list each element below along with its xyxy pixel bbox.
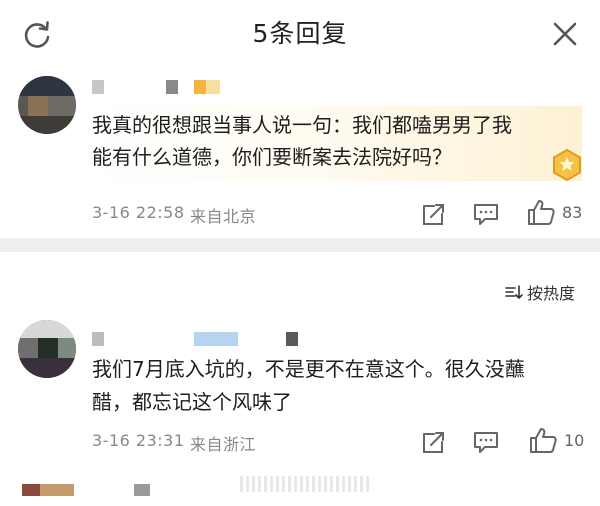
- share-icon[interactable]: [418, 428, 448, 456]
- comment-item[interactable]: 我真的很想跟当事人说一句：我们都嗑男男了我 能有什么道德，你们要断案去法院好吗？…: [0, 68, 600, 238]
- like-count: 10: [564, 431, 585, 450]
- share-icon[interactable]: [418, 200, 448, 228]
- username-pixelated: [92, 332, 312, 346]
- sort-icon: [505, 285, 523, 299]
- gold-badge-icon: [553, 148, 581, 182]
- comment-text-line2: 能有什么道德，你们要断案去法院好吗？: [92, 145, 452, 169]
- thumbs-up-icon[interactable]: [526, 198, 556, 226]
- comment-item[interactable]: 我们7月底入坑的，不是更不在意这个。很久没蘸 醋，都忘记这个风味了 3-16 2…: [0, 310, 600, 470]
- comment-location: 来自浙江: [190, 435, 257, 454]
- like-count: 83: [562, 203, 583, 222]
- comment-item-partial: [0, 474, 600, 496]
- comment-text-line1: 我们7月底入坑的，不是更不在意这个。很久没蘸: [92, 357, 525, 381]
- sort-label: 按热度: [527, 284, 576, 303]
- thumbs-up-icon[interactable]: [528, 426, 558, 454]
- close-icon[interactable]: [552, 21, 578, 47]
- username-pixelated: [134, 484, 150, 496]
- username-pixelated: [92, 80, 232, 94]
- comment-text-line2: 醋，都忘记这个风味了: [92, 390, 292, 414]
- comment-text-line1: 我真的很想跟当事人说一句：我们都嗑男男了我: [92, 113, 512, 137]
- reply-header: 5条回复: [0, 0, 600, 68]
- section-divider: [0, 238, 600, 252]
- comment-location: 来自北京: [190, 207, 257, 226]
- avatar: [22, 484, 74, 496]
- comment-icon[interactable]: [471, 428, 501, 456]
- comment-timestamp: 3-16 22:58: [92, 203, 185, 222]
- avatar[interactable]: [18, 320, 76, 378]
- comment-timestamp: 3-16 23:31: [92, 431, 185, 450]
- avatar[interactable]: [18, 76, 76, 134]
- comment-icon[interactable]: [471, 200, 501, 228]
- watermark: [240, 476, 370, 492]
- page-title: 5条回复: [252, 19, 348, 48]
- sort-toggle[interactable]: 按热度: [505, 280, 575, 304]
